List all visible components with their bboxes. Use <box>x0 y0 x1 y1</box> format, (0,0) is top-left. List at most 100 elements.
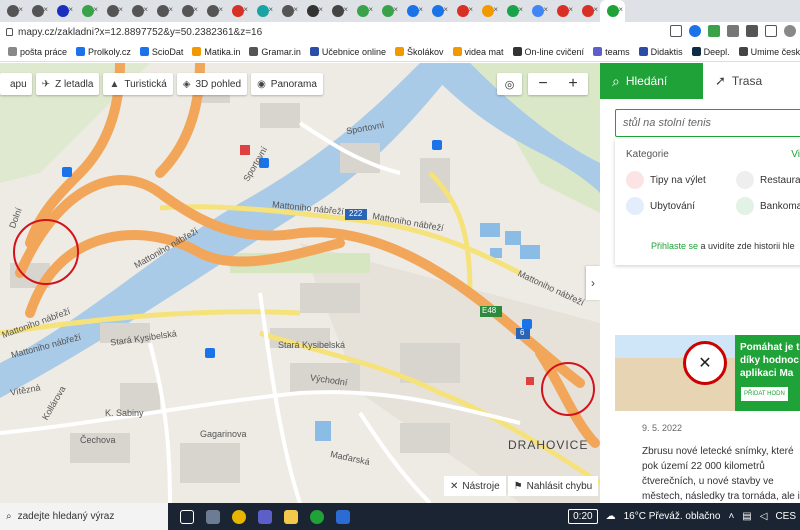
chrome-icon[interactable] <box>232 509 246 524</box>
browser-tab[interactable]: × <box>25 0 50 22</box>
g-extension-icon[interactable] <box>708 25 720 37</box>
close-icon[interactable]: × <box>68 5 73 14</box>
tools-button[interactable]: ✕ Nástroje <box>444 476 506 496</box>
map-layer-basic[interactable]: apu <box>0 73 32 95</box>
taskbar-search-input[interactable]: ⌕ zadejte hledaný výraz <box>0 503 168 530</box>
browser-tab[interactable]: × <box>325 0 350 22</box>
puzzle-icon[interactable] <box>746 25 758 37</box>
browser-tab[interactable]: × <box>50 0 75 22</box>
close-icon[interactable]: × <box>43 5 48 14</box>
bookmark-item[interactable]: Gramar.in <box>249 47 301 57</box>
zoom-out-button[interactable]: − <box>528 73 558 95</box>
bookmark-item[interactable]: Matika.in <box>192 47 240 57</box>
close-icon[interactable]: × <box>568 5 573 14</box>
browser-tab[interactable]: × <box>350 0 375 22</box>
address-bar[interactable]: mapy.cz/zakladni?x=12.8897752&y=50.23823… <box>0 22 800 42</box>
teams-icon[interactable] <box>258 509 272 524</box>
word-icon[interactable] <box>336 509 350 524</box>
browser-tab[interactable]: × <box>575 0 600 22</box>
share-icon[interactable] <box>670 25 682 37</box>
browser-tab[interactable]: × <box>125 0 150 22</box>
close-icon[interactable]: × <box>243 5 248 14</box>
close-icon[interactable]: × <box>293 5 298 14</box>
browser-tab[interactable]: × <box>550 0 575 22</box>
bookmark-item[interactable]: On-line cvičení <box>512 47 584 57</box>
app-icon[interactable] <box>310 509 324 524</box>
browser-tab[interactable]: × <box>225 0 250 22</box>
browser-tab[interactable]: × <box>400 0 425 22</box>
close-icon[interactable]: × <box>468 5 473 14</box>
edge-icon[interactable] <box>689 25 701 37</box>
close-icon[interactable]: × <box>618 5 623 14</box>
close-icon[interactable]: × <box>193 5 198 14</box>
map-canvas[interactable]: Sportovní Sportovní Mattoniho nábřeží Ma… <box>0 63 600 503</box>
browser-tab[interactable]: × <box>475 0 500 22</box>
map-layer-tourist[interactable]: ▲ Turistická <box>103 73 173 95</box>
close-icon[interactable]: × <box>443 5 448 14</box>
close-icon[interactable]: × <box>368 5 373 14</box>
browser-tab[interactable]: × <box>450 0 475 22</box>
tab-route[interactable]: ➚ Trasa <box>703 63 774 99</box>
sidebar-icon[interactable] <box>765 25 777 37</box>
weather-text[interactable]: 16°C Převáž. oblačno <box>624 511 721 522</box>
clock-badge[interactable]: 0:20 <box>568 509 598 524</box>
close-icon[interactable]: × <box>168 5 173 14</box>
bookmark-item[interactable]: Učebnice online <box>309 47 386 57</box>
close-icon[interactable]: × <box>393 5 398 14</box>
browser-tab[interactable]: × <box>275 0 300 22</box>
browser-tab[interactable]: × <box>175 0 200 22</box>
category-atm[interactable]: Bankoma <box>736 197 800 215</box>
categories-more-link[interactable]: Vic <box>791 149 800 160</box>
bookmark-item[interactable]: videa mat <box>452 47 504 57</box>
bookmark-item[interactable]: Školákov <box>394 47 444 57</box>
close-icon[interactable]: × <box>518 5 523 14</box>
login-link[interactable]: Přihlaste se <box>651 241 698 251</box>
bookmark-item[interactable]: Deepl. <box>691 47 730 57</box>
category-trip-tips[interactable]: Tipy na výlet <box>626 171 706 189</box>
browser-tab[interactable]: × <box>250 0 275 22</box>
browser-tab[interactable]: × <box>600 0 625 22</box>
close-icon[interactable]: × <box>268 5 273 14</box>
category-restaurants[interactable]: Restaura <box>736 171 800 189</box>
category-accommodation[interactable]: Ubytování <box>626 197 695 215</box>
bookmark-item[interactable]: Prolkoly.cz <box>76 47 131 57</box>
zoom-in-button[interactable]: + <box>558 73 588 95</box>
bookmark-item[interactable]: Umime česky <box>738 47 800 57</box>
close-icon[interactable]: × <box>593 5 598 14</box>
browser-tab[interactable]: × <box>500 0 525 22</box>
browser-tab[interactable]: × <box>100 0 125 22</box>
browser-tab[interactable]: × <box>525 0 550 22</box>
browser-tab[interactable]: × <box>0 0 25 22</box>
close-icon[interactable]: × <box>118 5 123 14</box>
map-layer-panorama[interactable]: ◉ Panorama <box>251 73 323 95</box>
ext-icon[interactable] <box>727 25 739 37</box>
bookmark-item[interactable]: pošta práce <box>8 47 67 57</box>
close-icon[interactable]: × <box>318 5 323 14</box>
promo-banner[interactable]: ✕ Pomáhat je t díky hodnoc v aplikaci Ma… <box>615 335 800 411</box>
banner-button[interactable]: PŘIDAT HODN <box>741 387 788 401</box>
browser-tab[interactable]: × <box>375 0 400 22</box>
map-layer-3d[interactable]: ◈ 3D pohled <box>176 73 248 95</box>
tab-search[interactable]: ⌕ Hledání <box>600 63 703 99</box>
bookmark-item[interactable]: ScioDat <box>139 47 183 57</box>
close-icon[interactable]: × <box>543 5 548 14</box>
close-icon[interactable]: × <box>493 5 498 14</box>
close-icon[interactable]: × <box>343 5 348 14</box>
profile-icon[interactable] <box>784 25 796 37</box>
browser-tab[interactable]: × <box>425 0 450 22</box>
browser-tab[interactable]: × <box>200 0 225 22</box>
close-icon[interactable]: × <box>418 5 423 14</box>
close-icon[interactable]: × <box>93 5 98 14</box>
browser-tab[interactable]: × <box>75 0 100 22</box>
calculator-icon[interactable] <box>206 509 220 524</box>
close-icon[interactable]: × <box>18 5 23 14</box>
volume-icon[interactable]: ◁ <box>760 511 768 522</box>
collapse-panel-button[interactable]: › <box>586 266 600 300</box>
network-icon[interactable]: ▤ <box>742 511 751 522</box>
bookmark-item[interactable]: teams <box>593 47 630 57</box>
report-error-button[interactable]: ⚑ Nahlásit chybu <box>507 476 599 496</box>
tray-arrow-icon[interactable]: ˄ <box>728 511 734 522</box>
task-view-icon[interactable] <box>180 509 194 524</box>
url-text[interactable]: mapy.cz/zakladni?x=12.8897752&y=50.23823… <box>18 27 262 38</box>
close-icon[interactable]: × <box>143 5 148 14</box>
